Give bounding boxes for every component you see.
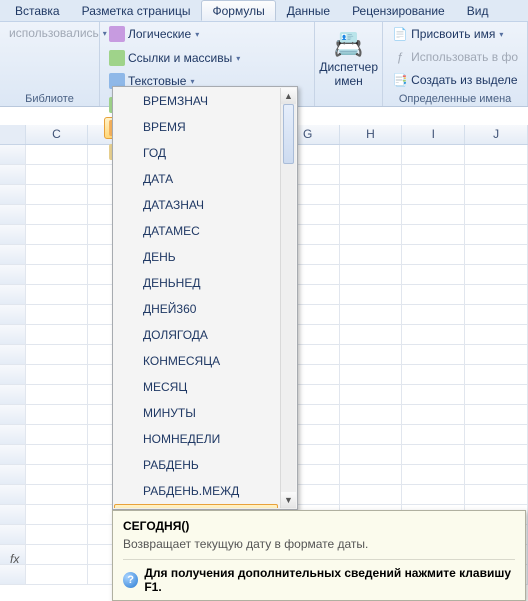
logical-button[interactable]: Логические▾ xyxy=(104,23,204,45)
use-in-formula-button[interactable]: ƒ Использовать в фо xyxy=(387,46,523,68)
menu-item[interactable]: КОНМЕСЯЦА xyxy=(114,348,278,374)
tab-pagelayout[interactable]: Разметка страницы xyxy=(71,0,202,21)
tooltip-help-row: ? Для получения дополнительных сведений … xyxy=(123,559,515,594)
group-label-names: Определенные имена xyxy=(383,93,527,105)
menu-item[interactable]: МЕСЯЦ xyxy=(114,374,278,400)
define-name-icon: 📄 xyxy=(392,26,408,42)
col-head[interactable]: C xyxy=(26,125,89,144)
tab-data[interactable]: Данные xyxy=(276,0,341,21)
logical-icon xyxy=(109,26,125,42)
menu-item[interactable]: ДОЛЯГОДА xyxy=(114,322,278,348)
recently-used-button[interactable]: использовались▾ xyxy=(4,23,95,43)
menu-item[interactable]: ДАТАМЕС xyxy=(114,218,278,244)
menu-item[interactable]: ДАТАЗНАЧ xyxy=(114,192,278,218)
col-head[interactable]: H xyxy=(340,125,403,144)
datetime-dropdown-menu: ВРЕМЗНАЧВРЕМЯГОДДАТАДАТАЗНАЧДАТАМЕСДЕНЬД… xyxy=(112,86,298,510)
name-manager-button[interactable]: 📇 Диспетчер имен xyxy=(312,23,385,93)
menu-item[interactable]: МИНУТЫ xyxy=(114,400,278,426)
col-head[interactable] xyxy=(0,125,26,144)
menu-item[interactable]: ДАТА xyxy=(114,166,278,192)
col-head[interactable]: I xyxy=(402,125,465,144)
create-from-selection-icon: 📑 xyxy=(392,72,408,88)
tab-insert[interactable]: Вставка xyxy=(4,0,71,21)
ribbon-tabs: Вставка Разметка страницы Формулы Данные… xyxy=(0,0,528,22)
menu-item[interactable]: ВРЕМЯ xyxy=(114,114,278,140)
lookup-button[interactable]: Ссылки и массивы▾ xyxy=(104,47,245,69)
menu-item[interactable]: ВРЕМЗНАЧ xyxy=(114,88,278,114)
name-manager-icon: 📇 xyxy=(333,28,365,60)
menu-item[interactable]: ДНЕЙ360 xyxy=(114,296,278,322)
define-name-button[interactable]: 📄 Присвоить имя▾ xyxy=(387,23,508,45)
create-from-selection-button[interactable]: 📑 Создать из выделе xyxy=(387,69,522,91)
menu-scrollbar[interactable]: ▲ ▼ xyxy=(280,88,296,508)
formula-bar-fx[interactable]: fx xyxy=(10,552,19,566)
use-in-formula-icon: ƒ xyxy=(392,49,408,65)
scroll-down-button[interactable]: ▼ xyxy=(281,492,296,508)
function-tooltip: СЕГОДНЯ() Возвращает текущую дату в форм… xyxy=(112,510,526,601)
tab-review[interactable]: Рецензирование xyxy=(341,0,456,21)
tooltip-title: СЕГОДНЯ() xyxy=(123,519,515,533)
scroll-up-button[interactable]: ▲ xyxy=(281,88,296,104)
menu-item[interactable]: РАБДЕНЬ xyxy=(114,452,278,478)
tab-view[interactable]: Вид xyxy=(456,0,500,21)
tab-formulas[interactable]: Формулы xyxy=(201,0,275,21)
tooltip-description: Возвращает текущую дату в формате даты. xyxy=(123,537,515,551)
group-label-library: Библиоте xyxy=(0,93,99,105)
menu-item[interactable]: ДЕНЬНЕД xyxy=(114,270,278,296)
col-head[interactable]: J xyxy=(465,125,528,144)
menu-item[interactable]: НОМНЕДЕЛИ xyxy=(114,426,278,452)
menu-item[interactable]: СЕГОДНЯ xyxy=(114,504,278,508)
help-icon: ? xyxy=(123,572,138,588)
menu-item[interactable]: РАБДЕНЬ.МЕЖД xyxy=(114,478,278,504)
menu-item[interactable]: ГОД xyxy=(114,140,278,166)
menu-item[interactable]: ДЕНЬ xyxy=(114,244,278,270)
lookup-icon xyxy=(109,50,125,66)
scroll-thumb[interactable] xyxy=(283,104,294,164)
